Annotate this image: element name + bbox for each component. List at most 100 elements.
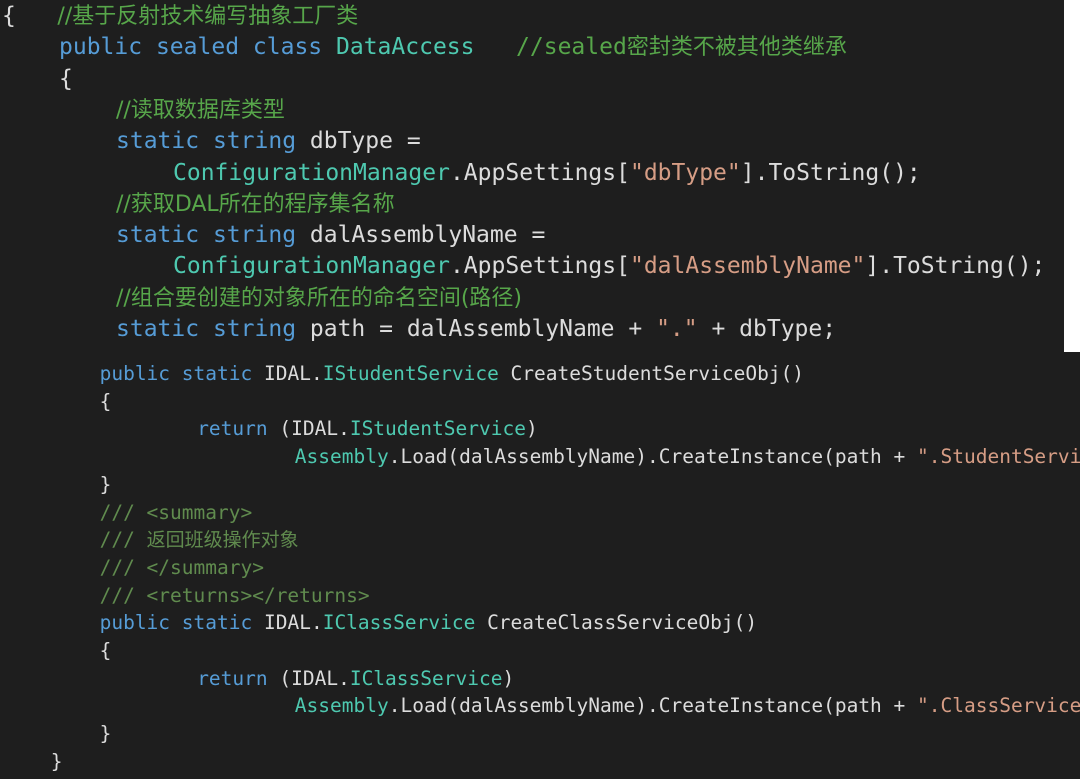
code-line: /// </summary> xyxy=(100,554,264,582)
code-line: Assembly.Load(dalAssemblyName).CreateIns… xyxy=(295,443,1080,471)
code-token: sealed xyxy=(155,34,240,61)
code-token: //组合要创建的对象所在的命名空间(路径) xyxy=(116,285,522,311)
code-line: /// <returns></returns> xyxy=(100,582,370,610)
code-token: static xyxy=(181,611,253,635)
code-line: { //基于反射技术编写抽象工厂类 xyxy=(2,1,358,32)
code-token: /// xyxy=(99,528,147,552)
code-token: CreateStudentServiceObj() xyxy=(498,362,805,385)
code-token: .Load(dalAssemblyName).CreateInstance(pa… xyxy=(388,445,918,469)
code-line: { xyxy=(100,637,112,665)
code-token: ].ToString(); xyxy=(740,159,921,186)
code-token: public xyxy=(59,34,143,61)
code-token: //获取DAL所在的程序集名称 xyxy=(116,191,395,217)
code-token: { xyxy=(2,3,16,29)
code-line: //读取数据库类型 xyxy=(116,95,285,126)
code-token: "dbType" xyxy=(629,159,741,186)
code-token: .AppSettings[ xyxy=(449,253,630,280)
code-line: ConfigurationManager.AppSettings["dbType… xyxy=(173,158,921,189)
code-line: /// 返回班级操作对象 xyxy=(100,526,299,554)
code-token: /// </summary> xyxy=(99,555,264,579)
code-token: public xyxy=(99,611,171,635)
code-token: dalAssemblyName = xyxy=(296,222,546,249)
code-line: static string dbType = xyxy=(116,126,421,157)
code-token: + dbType; xyxy=(697,316,837,342)
code-token: IDAL. xyxy=(252,362,323,385)
code-token: 返回班级操作对象 xyxy=(146,529,299,552)
code-line: Assembly.Load(dalAssemblyName).CreateIns… xyxy=(295,692,1080,720)
code-line: /// <summary> xyxy=(100,499,253,527)
code-token: ConfigurationManager xyxy=(173,253,450,280)
code-editor-top[interactable]: { //基于反射技术编写抽象工厂类 public sealed class Dat… xyxy=(0,0,1064,352)
code-line: public sealed class DataAccess //sealed密… xyxy=(59,32,847,63)
code-token: { xyxy=(59,65,73,92)
code-token: .AppSettings[ xyxy=(449,159,630,186)
code-line: //获取DAL所在的程序集名称 xyxy=(116,189,395,220)
code-token: (IDAL. xyxy=(267,417,350,441)
code-token: return xyxy=(197,666,268,690)
code-token: ".StudentService" xyxy=(917,445,1080,469)
code-line: { xyxy=(59,64,73,95)
code-token: class xyxy=(252,34,323,61)
code-line: return (IDAL.IClassService) xyxy=(197,665,514,693)
code-token: string xyxy=(212,128,297,155)
code-token: ) xyxy=(525,417,538,441)
code-token: DataAccess xyxy=(336,34,475,61)
code-line: public static IDAL.IClassService CreateC… xyxy=(100,609,758,637)
code-token: 密封类不被其他类继承 xyxy=(626,35,847,61)
code-token: return xyxy=(197,417,268,441)
code-token: path = dalAssemblyName + xyxy=(296,316,657,342)
code-token: IStudentService xyxy=(349,417,526,441)
code-token: IClassService xyxy=(349,666,503,690)
code-token: IDAL. xyxy=(252,611,323,635)
code-token: ) xyxy=(502,666,515,690)
code-token: .Load(dalAssemblyName).CreateInstance(pa… xyxy=(388,694,918,718)
code-token: static xyxy=(116,128,200,155)
code-token: string xyxy=(212,316,297,342)
code-line: return (IDAL.IStudentService) xyxy=(197,415,538,443)
code-token: } xyxy=(99,722,112,746)
code-token: ".ClassService" xyxy=(917,694,1080,718)
code-token: } xyxy=(50,749,63,773)
code-token: static xyxy=(116,316,200,342)
code-token: { xyxy=(99,389,112,413)
code-token: ConfigurationManager xyxy=(173,159,450,186)
code-editor-bottom[interactable]: public static IDAL.IStudentService Creat… xyxy=(0,352,1080,779)
code-token: IClassService xyxy=(322,611,476,635)
code-line: static string dalAssemblyName = xyxy=(116,220,545,251)
code-token: //基于反射技术编写抽象工厂类 xyxy=(57,4,359,29)
code-line: //组合要创建的对象所在的命名空间(路径) xyxy=(116,283,522,314)
code-line: public static IDAL.IStudentService Creat… xyxy=(100,360,804,388)
code-token: Assembly xyxy=(294,445,389,469)
code-line: } xyxy=(100,720,112,748)
code-token: string xyxy=(212,222,297,249)
code-token: dbType = xyxy=(296,128,421,155)
code-token: ].ToString(); xyxy=(865,253,1046,280)
code-token: IStudentService xyxy=(322,362,499,385)
code-token: "dalAssemblyName" xyxy=(629,253,866,280)
code-line: } xyxy=(51,748,63,776)
screenshot-gap xyxy=(1064,0,1080,352)
code-token: //sealed xyxy=(516,34,627,61)
code-token: CreateClassServiceObj() xyxy=(475,611,758,635)
code-line: ConfigurationManager.AppSettings["dalAss… xyxy=(173,251,1045,282)
code-token: (IDAL. xyxy=(267,666,350,690)
code-token: } xyxy=(99,472,112,496)
code-token: //读取数据库类型 xyxy=(116,97,285,123)
code-token: { xyxy=(99,639,112,662)
code-token: "." xyxy=(656,316,698,342)
code-token: public xyxy=(99,362,171,385)
code-token: Assembly xyxy=(294,694,389,718)
code-token: /// <summary> xyxy=(99,500,253,524)
code-line: { xyxy=(100,388,112,416)
code-line: } xyxy=(100,471,112,499)
code-token: static xyxy=(116,222,200,249)
code-token: /// <returns></returns> xyxy=(99,583,370,607)
